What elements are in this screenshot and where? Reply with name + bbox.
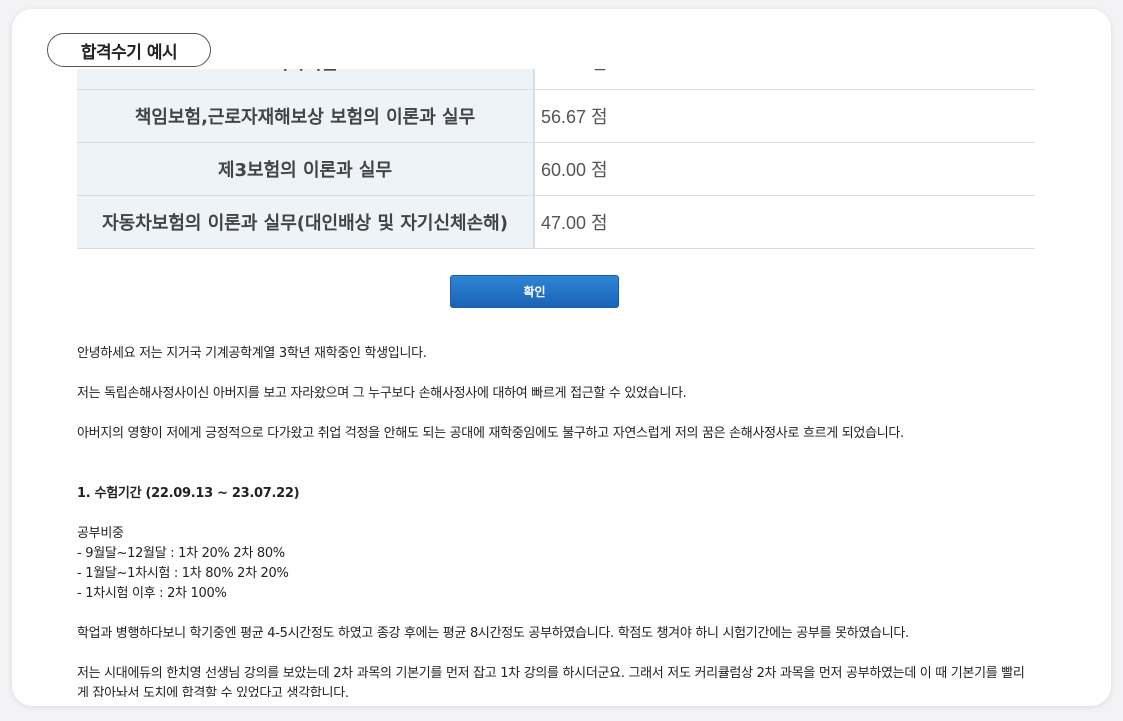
study-ratio-label: 공부비중 <box>77 526 124 541</box>
subject-cell: 의학이론 <box>77 69 535 90</box>
subject-cell: 자동차보험의 이론과 실무(대인배상 및 자기신체손해) <box>77 195 535 249</box>
score-cell: 56.67 점 <box>534 89 1035 143</box>
table-row: 책임보험,근로자재해보상 보험의 이론과 실무 56.67 점 <box>77 89 1035 143</box>
section-heading: 1. 수험기간 (22.09.13 ~ 23.07.22) <box>77 486 300 501</box>
score-cell: 72.00 점 <box>534 69 1035 90</box>
post-body: 안녕하세요 저는 지거국 기계공학계열 3학년 재학중인 학생입니다. 저는 독… <box>77 344 1035 697</box>
post-paragraph: 학업과 병행하다보니 학기중엔 평균 4-5시간정도 하였고 종강 후에는 평균… <box>77 626 909 641</box>
post-paragraph: 안녕하세요 저는 지거국 기계공학계열 3학년 재학중인 학생입니다. <box>77 346 427 361</box>
confirm-button[interactable]: 확인 <box>450 275 619 308</box>
subject-cell: 책임보험,근로자재해보상 보험의 이론과 실무 <box>77 89 535 143</box>
post-paragraph: 저는 시대에듀의 한치영 선생님 강의를 보았는데 2차 과목의 기본기를 먼저… <box>77 666 1025 697</box>
post-paragraph: 아버지의 영향이 저에게 긍정적으로 다가왔고 취업 걱정을 안해도 되는 공대… <box>77 426 904 441</box>
list-item: - 1월달~1차시험 : 1차 80% 2차 20% <box>77 566 289 581</box>
example-badge: 합격수기 예시 <box>47 33 211 67</box>
score-table: 의학이론 72.00 점 책임보험,근로자재해보상 보험의 이론과 실무 56.… <box>77 69 1035 249</box>
subject-cell: 제3보험의 이론과 실무 <box>77 142 535 196</box>
post-paragraph: 저는 독립손해사정사이신 아버지를 보고 자라왔으며 그 누구보다 손해사정사에… <box>77 386 687 401</box>
list-item: - 9월달~12월달 : 1차 20% 2차 80% <box>77 546 285 561</box>
score-cell: 47.00 점 <box>534 195 1035 249</box>
content-card: 합격수기 예시 의학이론 72.00 점 책임보험,근로자재해보상 보험의 이론… <box>12 9 1111 706</box>
table-row: 의학이론 72.00 점 <box>77 69 1035 90</box>
score-cell: 60.00 점 <box>534 142 1035 196</box>
list-item: - 1차시험 이후 : 2차 100% <box>77 586 227 601</box>
table-row: 제3보험의 이론과 실무 60.00 점 <box>77 142 1035 196</box>
table-row: 자동차보험의 이론과 실무(대인배상 및 자기신체손해) 47.00 점 <box>77 195 1035 249</box>
content-area[interactable]: 의학이론 72.00 점 책임보험,근로자재해보상 보험의 이론과 실무 56.… <box>77 69 1035 697</box>
